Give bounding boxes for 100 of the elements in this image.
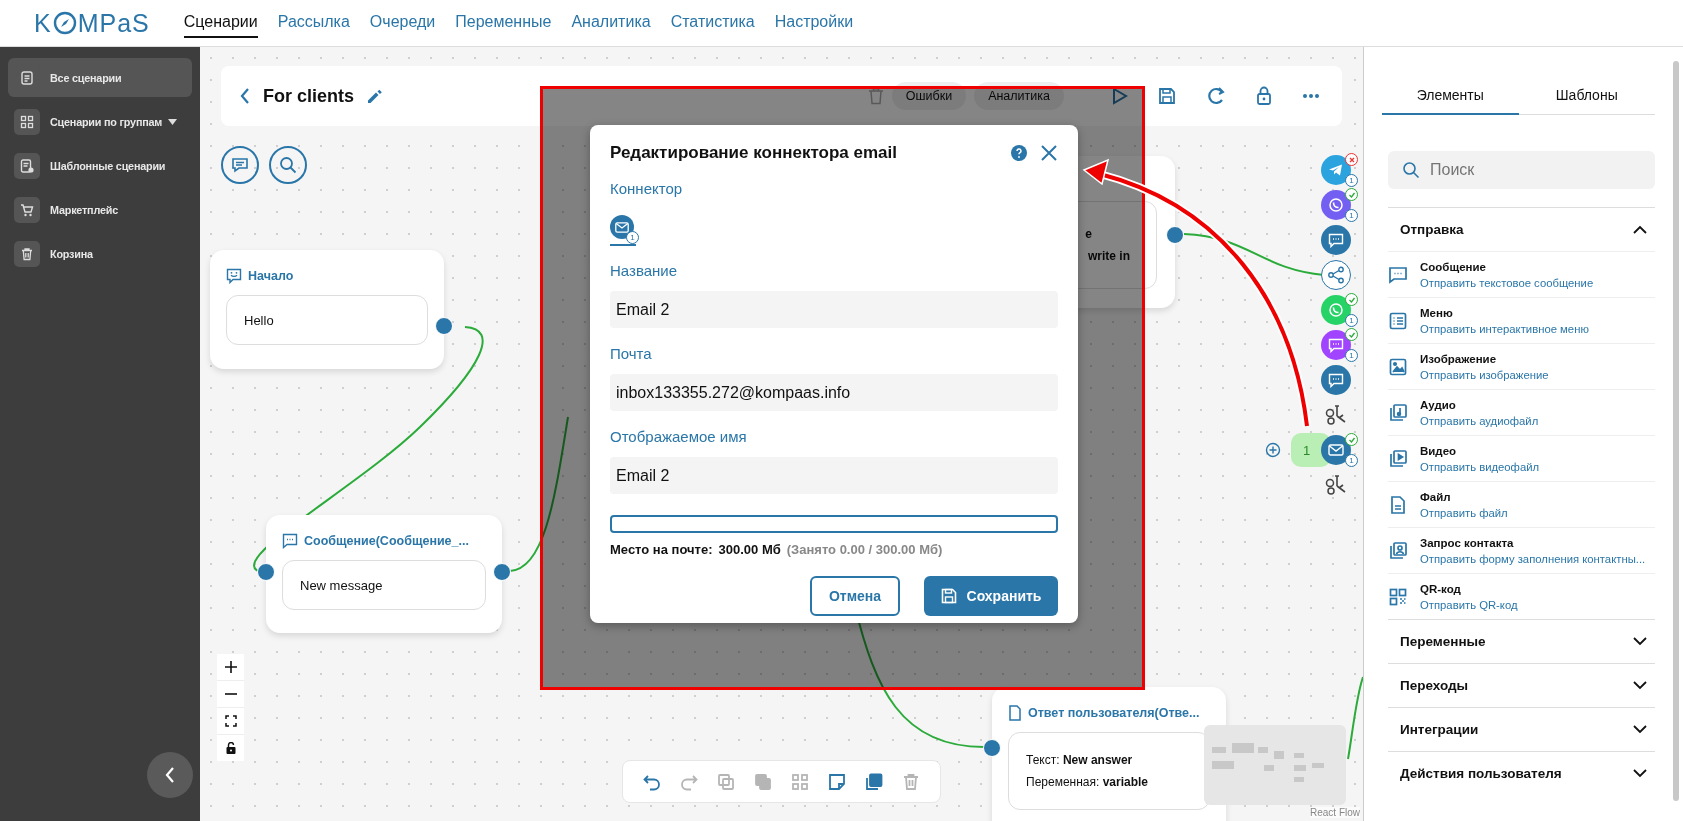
channel-button[interactable] — [1321, 330, 1351, 360]
channel-button[interactable] — [1321, 295, 1351, 325]
item-title: Меню — [1420, 306, 1454, 319]
element-item[interactable]: Файл Отправить файл — [1388, 481, 1655, 527]
node-title: Ответ пользователя(Отве... — [1028, 706, 1200, 720]
refresh-icon[interactable] — [1206, 86, 1226, 106]
audio-icon — [1388, 402, 1408, 423]
element-item[interactable]: Аудио Отправить аудиофайл — [1388, 389, 1655, 435]
scrollbar[interactable] — [1673, 61, 1679, 801]
nav-tab[interactable]: Статистика — [670, 8, 755, 38]
save-button[interactable]: Сохранить — [924, 576, 1058, 616]
text-field[interactable]: Email 2 — [610, 457, 1058, 494]
sidebar-item[interactable]: Сценарии по группам — [8, 102, 192, 141]
nav-tab[interactable]: Аналитика — [571, 8, 651, 38]
text-field[interactable]: Email 2 — [610, 291, 1058, 328]
lock-icon[interactable] — [1256, 86, 1272, 106]
play-icon[interactable] — [1112, 87, 1128, 105]
node-text: write in — [1088, 249, 1130, 263]
nav-tab[interactable]: Очереди — [369, 8, 436, 38]
item-description: Отправить файл — [1420, 506, 1508, 519]
item-description: Отправить интерактивное меню — [1420, 322, 1589, 335]
flow-node[interactable]: Сообщение(Сообщение_... New message — [266, 515, 502, 633]
comment-button[interactable] — [221, 146, 259, 184]
item-description: Отправить видеофайл — [1420, 460, 1540, 473]
channel-button[interactable] — [1321, 190, 1351, 220]
minus-icon — [224, 693, 237, 695]
close-icon[interactable] — [1040, 144, 1058, 162]
duplicate-icon[interactable] — [864, 771, 884, 792]
flow-node[interactable]: Начало Hello — [210, 250, 444, 369]
count-badge: 1 — [1345, 314, 1358, 327]
channel-button[interactable] — [1321, 225, 1351, 255]
chat-icon — [282, 533, 298, 549]
back-icon[interactable] — [239, 87, 251, 105]
text-field[interactable]: inbox133355.272@kompaas.info — [610, 374, 1058, 411]
lock-button[interactable] — [217, 735, 244, 761]
node-title: Сообщение(Сообщение_... — [304, 534, 469, 548]
sidebar-item[interactable]: Шаблонные сценарии — [8, 146, 192, 185]
search-icon — [1402, 161, 1420, 179]
connection-handle[interactable] — [983, 739, 1001, 757]
chevron-down-icon — [1633, 681, 1647, 690]
element-item[interactable]: Видео Отправить видеофайл — [1388, 435, 1655, 481]
help-icon[interactable] — [1010, 144, 1028, 162]
section-header[interactable]: Действия пользователя — [1388, 752, 1655, 795]
note-icon[interactable] — [827, 771, 847, 792]
save-icon[interactable] — [1158, 87, 1176, 105]
item-title: Запрос контакта — [1420, 536, 1515, 549]
add-icon[interactable] — [1265, 442, 1281, 458]
sidebar-item[interactable]: Корзина — [8, 234, 192, 273]
section-header[interactable]: Переходы — [1388, 664, 1655, 707]
nav-tab[interactable]: Рассылка — [277, 8, 350, 38]
item-description: Отправить текстовое сообщение — [1420, 276, 1594, 289]
comment-icon — [231, 157, 249, 173]
zoom-out-button[interactable] — [217, 681, 244, 707]
panel-tab[interactable]: Шаблоны — [1518, 79, 1655, 115]
zoom-in-button[interactable] — [217, 654, 244, 680]
panel-tab[interactable]: Элементы — [1382, 79, 1519, 115]
modal-title: Редактирование коннектора email — [610, 143, 897, 163]
search-button[interactable] — [269, 146, 307, 184]
plus-icon — [224, 661, 237, 673]
smiley-chat-icon — [226, 268, 242, 284]
field-label: Название — [610, 262, 679, 279]
section-header[interactable]: Интеграции — [1388, 708, 1655, 751]
item-description: Отправить QR-код — [1420, 598, 1518, 611]
header-pill-button[interactable]: Ошибки — [891, 82, 967, 110]
item-title: Аудио — [1420, 398, 1457, 411]
element-item[interactable]: Сообщение Отправить текстовое сообщение — [1388, 251, 1655, 297]
channel-button[interactable] — [1321, 155, 1351, 185]
qr-code-icon — [1388, 586, 1408, 607]
chevron-left-icon — [164, 766, 176, 784]
channel-button[interactable] — [1321, 365, 1351, 395]
item-description: Отправить аудиофайл — [1420, 414, 1539, 427]
section-header[interactable]: Переменные — [1388, 620, 1655, 663]
element-item[interactable]: Меню Отправить интерактивное меню — [1388, 297, 1655, 343]
channel-button[interactable] — [1321, 260, 1351, 290]
chevron-down-icon — [1633, 725, 1647, 734]
search-field[interactable]: Поиск — [1388, 151, 1655, 189]
cart-icon — [20, 202, 34, 217]
nav-tab[interactable]: Сценарии — [183, 8, 258, 38]
phone-icon — [1328, 197, 1344, 213]
sidebar-item[interactable]: Маркетплейс — [8, 190, 192, 229]
header-pill-button[interactable]: Аналитика — [974, 82, 1064, 110]
fit-view-button[interactable] — [217, 708, 244, 734]
document-icon — [1008, 705, 1022, 721]
more-icon[interactable] — [1302, 93, 1320, 99]
fit-view-icon — [224, 715, 237, 727]
element-item[interactable]: Изображение Отправить изображение — [1388, 343, 1655, 389]
section-header[interactable]: Отправка — [1388, 208, 1655, 251]
nav-tab[interactable]: Переменные — [455, 8, 552, 38]
flow-node[interactable]: Ответ пользователя(Отве... Текст: New answer Переменная: variable — [992, 687, 1226, 821]
count-badge: 1 — [1345, 174, 1358, 187]
node-text: e — [1085, 227, 1093, 241]
cancel-button[interactable]: Отмена — [810, 576, 900, 616]
connection-handle[interactable] — [257, 563, 275, 581]
item-title: Файл — [1420, 490, 1452, 503]
sidebar-item[interactable]: Все сценарии — [8, 58, 192, 97]
nav-tab[interactable]: Настройки — [774, 8, 854, 38]
element-item[interactable]: Запрос контакта Отправить форму заполнения контактны... — [1388, 527, 1655, 573]
attribution-link[interactable]: React Flow — [1310, 807, 1360, 818]
chat-icon — [1328, 232, 1344, 248]
element-item[interactable]: QR-код Отправить QR-код — [1388, 573, 1655, 619]
